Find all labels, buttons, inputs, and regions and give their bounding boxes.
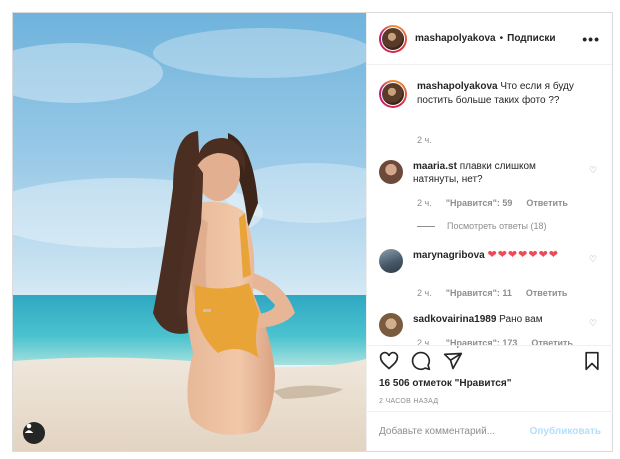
comment-item: maaria.st плавки слишком натянуты, нет? … [379, 160, 601, 186]
comment-item: marynagribova ❤❤❤❤❤❤❤ ♡ [379, 249, 601, 273]
comment-input[interactable] [379, 426, 530, 437]
commenter-avatar[interactable] [379, 160, 403, 184]
user-tag-icon[interactable] [23, 422, 45, 444]
comments-list[interactable]: mashapolyakova Что если я буду постить б… [367, 65, 613, 348]
reply-button[interactable]: Ответить [526, 288, 568, 298]
comment-likes[interactable]: "Нравится": 11 [446, 288, 512, 298]
commenter-avatar[interactable] [379, 313, 403, 337]
publish-button[interactable]: Опубликовать [530, 426, 601, 437]
replies-divider [417, 225, 435, 227]
reply-button[interactable]: Ответить [526, 198, 568, 208]
comment-meta: 2 ч. "Нравится": 59 Ответить [417, 198, 568, 208]
add-comment-bar: Опубликовать [367, 411, 613, 451]
commenter-avatar[interactable] [379, 249, 403, 273]
post-side-panel: mashapolyakova • Подписки ••• mashapolya… [366, 13, 613, 451]
post-header: mashapolyakova • Подписки ••• [367, 13, 612, 65]
author-avatar[interactable] [379, 24, 407, 53]
likes-count[interactable]: 16 506 отметок "Нравится" [379, 378, 601, 389]
heart-icon[interactable] [379, 351, 399, 371]
view-replies-button[interactable]: Посмотреть ответы (18) [417, 221, 547, 231]
comment-likes[interactable]: "Нравится": 59 [446, 198, 513, 208]
comment-body: sadkovairina1989 Рано вам [413, 313, 578, 337]
bookmark-icon[interactable] [583, 351, 601, 371]
header-separator: • [499, 33, 504, 44]
person-icon [24, 423, 34, 433]
author-username[interactable]: mashapolyakova [415, 33, 496, 44]
caption-text-block: mashapolyakova Что если я буду постить б… [417, 80, 601, 108]
caption-time: 2 ч. [417, 135, 432, 145]
comment-like-icon[interactable]: ♡ [589, 318, 599, 328]
comment-text: ❤❤❤❤❤❤❤ [487, 249, 560, 261]
post-actions: 16 506 отметок "Нравится" 2 ЧАСОВ НАЗАД [367, 345, 613, 407]
comment-time: 2 ч. [417, 198, 432, 208]
following-button[interactable]: Подписки [507, 33, 555, 44]
more-horizontal-icon[interactable]: ••• [582, 31, 600, 47]
comment-like-icon[interactable]: ♡ [589, 165, 599, 175]
comment-text: Рано вам [499, 314, 543, 325]
instagram-post: mashapolyakova • Подписки ••• mashapolya… [12, 12, 613, 452]
action-icons [379, 346, 601, 376]
comment-username[interactable]: marynagribova [413, 250, 485, 261]
post-caption: mashapolyakova Что если я буду постить б… [379, 80, 601, 108]
caption-avatar[interactable] [379, 80, 407, 108]
comment-body: marynagribova ❤❤❤❤❤❤❤ [413, 249, 578, 273]
comment-username[interactable]: maaria.st [413, 161, 457, 172]
posted-time: 2 ЧАСОВ НАЗАД [379, 398, 439, 405]
caption-username[interactable]: mashapolyakova [417, 81, 498, 92]
comment-username[interactable]: sadkovairina1989 [413, 314, 496, 325]
comment-meta: 2 ч. "Нравится": 11 Ответить [417, 288, 567, 298]
comment-body: maaria.st плавки слишком натянуты, нет? [413, 160, 578, 186]
view-replies-label: Посмотреть ответы (18) [447, 221, 547, 231]
comment-item: sadkovairina1989 Рано вам ♡ [379, 313, 601, 337]
comment-time: 2 ч. [417, 288, 432, 298]
post-photo[interactable] [13, 13, 366, 451]
share-icon[interactable] [443, 351, 463, 371]
beach-photo-illustration [13, 28, 366, 451]
comment-like-icon[interactable]: ♡ [589, 254, 599, 264]
comment-icon[interactable] [411, 351, 431, 371]
